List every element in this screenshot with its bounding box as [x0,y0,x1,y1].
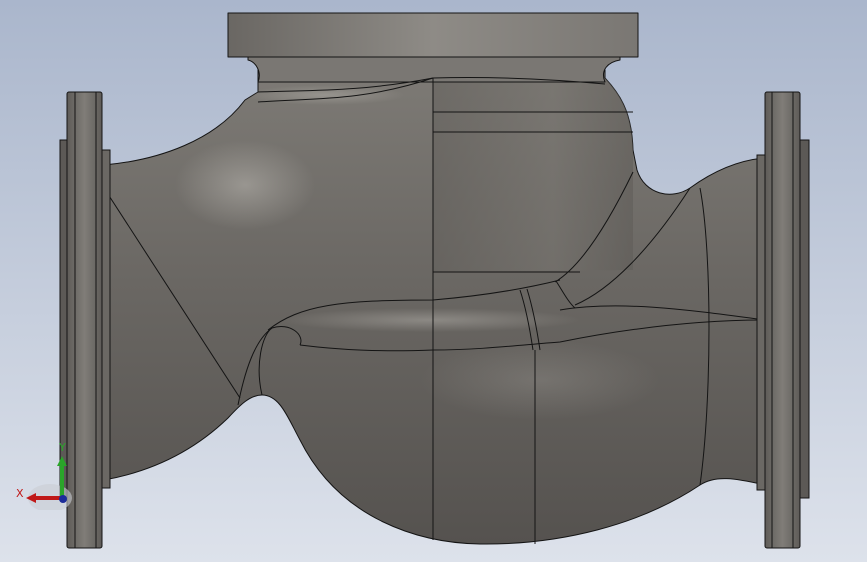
bonnet-side [433,78,633,272]
y-axis-arrow [57,456,67,466]
body-highlight-upper [175,140,315,230]
right-flange [756,91,810,549]
z-axis [59,495,67,503]
valve-body-model [0,0,867,562]
x-axis-label: X [16,487,24,500]
top-flange [227,12,639,58]
y-axis-label: Y [59,441,66,454]
graphics-viewport[interactable]: X Y [0,0,867,562]
body-highlight-neck [245,85,405,105]
coordinate-triad: X Y [14,440,74,510]
body-highlight-bowl [420,340,660,420]
